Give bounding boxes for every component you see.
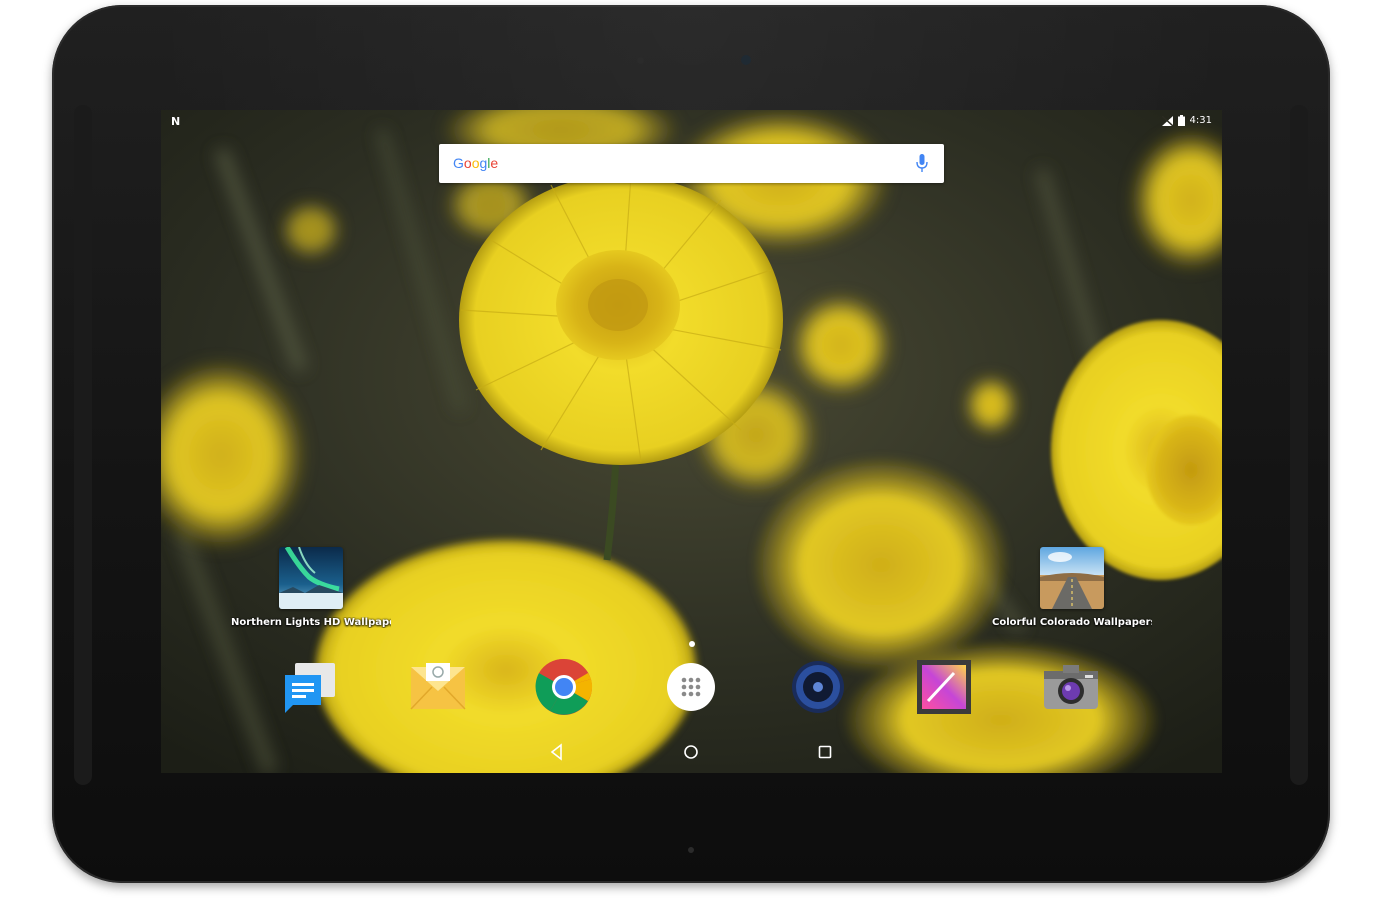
camera-icon	[1044, 665, 1098, 709]
nav-back-button[interactable]	[547, 742, 567, 762]
status-bar: N 4:31	[161, 110, 1222, 134]
google-logo-letter: G	[453, 155, 464, 171]
front-camera	[741, 55, 751, 65]
back-icon	[550, 743, 562, 761]
page-indicator-dot	[689, 641, 695, 647]
status-icons[interactable]: 4:31	[1161, 115, 1212, 126]
home-icon	[684, 745, 698, 759]
northern-lights-icon	[279, 547, 343, 609]
shortcut-label: Colorful Colorado Wallpapers	[992, 617, 1152, 628]
gallery-icon	[917, 660, 971, 714]
google-logo-letter: o	[463, 155, 472, 171]
shortcut-label: Northern Lights HD Wallpaper	[231, 617, 391, 628]
dock-app-drawer[interactable]	[661, 657, 721, 717]
google-logo: Google	[453, 155, 498, 171]
nav-recents-button[interactable]	[815, 742, 835, 762]
email-icon	[410, 663, 466, 710]
dock-messenger[interactable]	[281, 657, 341, 717]
dock-camera[interactable]	[1041, 657, 1101, 717]
speaker-icon	[792, 661, 844, 713]
status-time: 4:31	[1189, 115, 1212, 126]
mic-icon[interactable]	[916, 154, 928, 174]
app-drawer-icon	[667, 663, 715, 711]
nav-home-button[interactable]	[681, 742, 701, 762]
google-search-bar[interactable]: Google	[439, 144, 944, 183]
chrome-icon	[535, 658, 593, 715]
notification-n-icon[interactable]: N	[171, 115, 180, 128]
dock-music[interactable]	[788, 657, 848, 717]
google-logo-letter: e	[490, 155, 499, 171]
light-sensor	[637, 57, 644, 64]
recents-icon	[818, 745, 832, 759]
shortcut-colorado-wallpapers[interactable]: Colorful Colorado Wallpapers	[992, 547, 1152, 628]
no-signal-icon	[1161, 115, 1173, 126]
google-logo-text: Google	[453, 155, 498, 171]
right-speaker-grille	[1290, 105, 1308, 785]
left-speaker-grille	[74, 105, 92, 785]
dock-gallery[interactable]	[914, 657, 974, 717]
notification-led	[688, 847, 694, 853]
tablet-screen: N 4:31 Google Northern Lights HD Wallpap…	[161, 110, 1222, 773]
messenger-icon	[285, 663, 335, 713]
shortcut-northern-lights[interactable]: Northern Lights HD Wallpaper	[231, 547, 391, 628]
colorado-road-icon	[1040, 547, 1104, 609]
dock-chrome[interactable]	[534, 657, 594, 717]
dock-email[interactable]	[408, 657, 468, 717]
battery-icon	[1177, 115, 1185, 126]
